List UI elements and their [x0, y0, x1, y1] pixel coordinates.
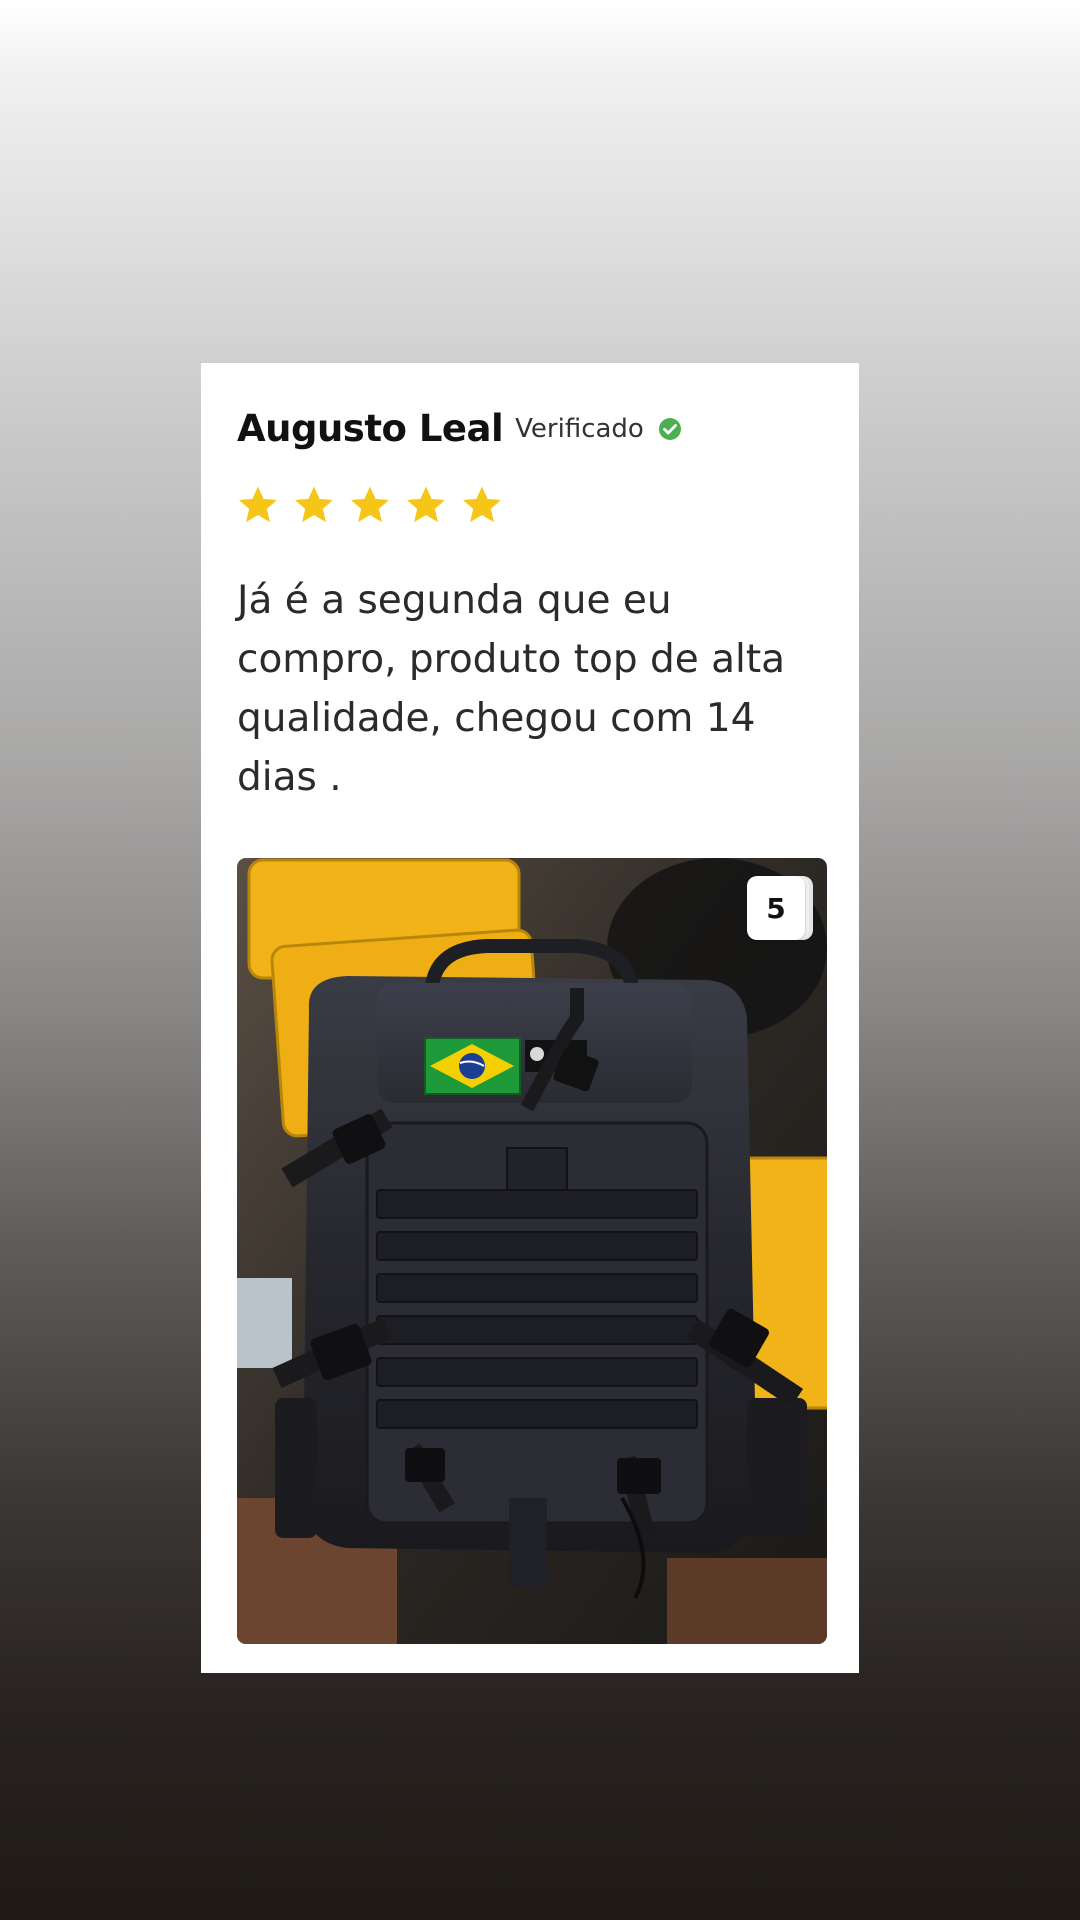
star-icon	[291, 483, 337, 529]
star-icon	[403, 483, 449, 529]
verified-label: Verificado	[515, 413, 644, 444]
check-circle-icon	[658, 417, 682, 441]
backpack-photo: EL	[237, 858, 827, 1644]
star-rating	[235, 483, 515, 529]
review-photo[interactable]: EL	[237, 858, 827, 1644]
reviewer-name: Augusto Leal	[237, 407, 504, 450]
star-icon	[235, 483, 281, 529]
star-icon	[347, 483, 393, 529]
review-text: Já é a segunda que eu compro, produto to…	[237, 578, 786, 800]
review-card: Augusto Leal Verificado Já é a segunda q…	[201, 363, 859, 1673]
photo-count: 5	[747, 876, 805, 940]
star-icon	[459, 483, 505, 529]
review-header: Augusto Leal Verificado	[237, 407, 682, 450]
photo-count-badge[interactable]: 5	[747, 876, 813, 940]
